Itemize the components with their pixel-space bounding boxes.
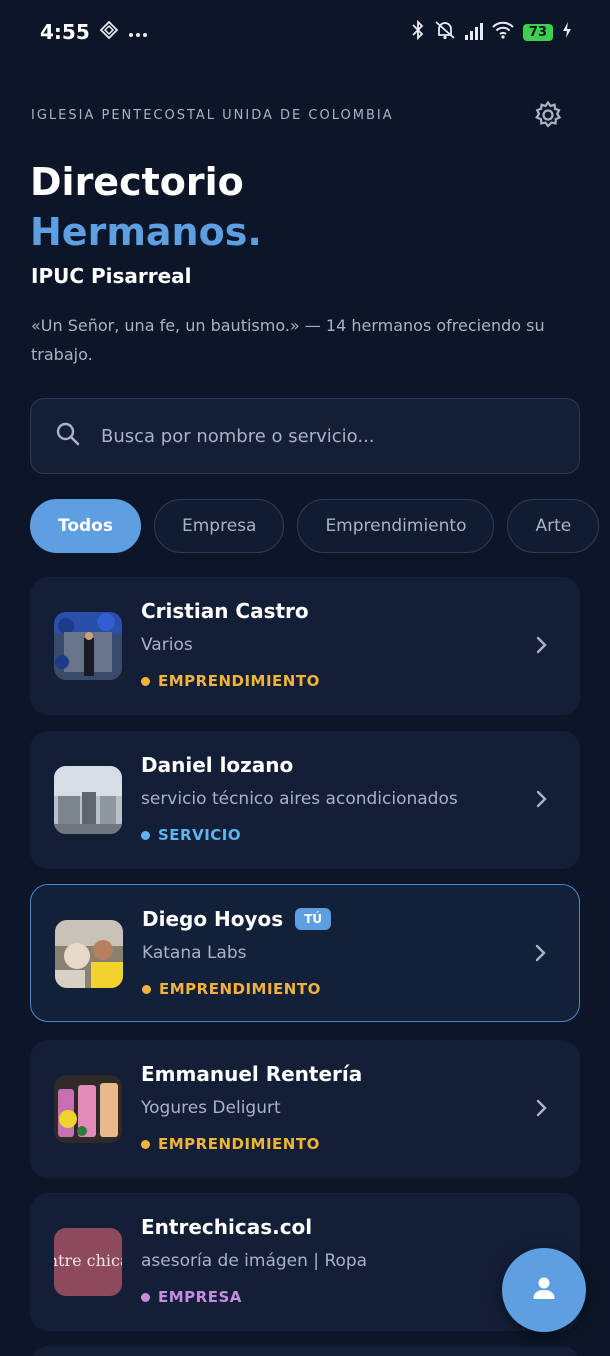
member-name: Daniel lozano bbox=[141, 753, 294, 777]
member-card[interactable]: Daniel lozano servicio técnico aires aco… bbox=[30, 731, 580, 869]
member-service: Yogures Deligurt bbox=[141, 1098, 281, 1118]
org-name: IGLESIA PENTECOSTAL UNIDA DE COLOMBIA bbox=[31, 108, 394, 123]
search-placeholder: Busca por nombre o servicio... bbox=[101, 425, 375, 447]
chevron-right-icon bbox=[534, 788, 550, 810]
category-dot bbox=[141, 1139, 150, 1149]
wifi-icon bbox=[492, 21, 514, 43]
bluetooth-icon bbox=[411, 19, 425, 44]
category-badge: EMPRENDIMIENTO bbox=[142, 980, 321, 998]
silent-bell-icon bbox=[434, 20, 456, 44]
category-badge: EMPRENDIMIENTO bbox=[141, 672, 320, 690]
member-name: Emmanuel Rentería bbox=[141, 1062, 363, 1086]
member-name: Diego Hoyos TÚ bbox=[142, 907, 332, 931]
member-service: Varios bbox=[141, 635, 193, 655]
chevron-right-icon bbox=[534, 1097, 550, 1119]
member-avatar bbox=[54, 612, 122, 680]
settings-button[interactable] bbox=[532, 100, 564, 134]
page-title-accent: Hermanos. bbox=[30, 210, 262, 254]
member-avatar: entre chicas bbox=[54, 1228, 122, 1296]
category-badge: SERVICIO bbox=[141, 826, 241, 844]
member-card[interactable]: Cristian Castro Varios EMPRENDIMIENTO bbox=[30, 577, 580, 715]
search-input[interactable]: Busca por nombre o servicio... bbox=[30, 398, 580, 474]
more-dots-icon bbox=[128, 23, 148, 42]
member-service: Katana Labs bbox=[142, 943, 247, 963]
category-badge: EMPRENDIMIENTO bbox=[141, 1135, 320, 1153]
category-dot bbox=[141, 1292, 150, 1302]
search-icon bbox=[55, 421, 81, 451]
filter-chip-emprendimiento[interactable]: Emprendimiento bbox=[297, 499, 495, 553]
member-name: Entrechicas.col bbox=[141, 1215, 313, 1239]
chevron-right-icon bbox=[534, 634, 550, 656]
member-avatar bbox=[54, 1075, 122, 1143]
signal-icon bbox=[464, 23, 483, 40]
page-description: «Un Señor, una fe, un bautismo.» — 14 he… bbox=[31, 316, 545, 364]
member-card[interactable]: entre chicas Entrechicas.col asesoría de… bbox=[30, 1193, 580, 1331]
church-name: IPUC Pisarreal bbox=[31, 264, 192, 288]
filter-chip-empresa[interactable]: Empresa bbox=[153, 499, 285, 553]
category-badge: EMPRESA bbox=[141, 1288, 242, 1306]
member-card[interactable]: Emmanuel Rentería Yogures Deligurt EMPRE… bbox=[30, 1040, 580, 1178]
member-card-partial[interactable] bbox=[30, 1346, 580, 1356]
chevron-right-icon bbox=[533, 942, 549, 964]
category-dot bbox=[141, 830, 150, 840]
status-time: 4:55 bbox=[40, 20, 90, 44]
category-filters: Todos Empresa Emprendimiento Arte bbox=[30, 499, 610, 553]
filter-chip-todos[interactable]: Todos bbox=[30, 499, 141, 553]
page-title: Directorio bbox=[30, 160, 244, 204]
member-service: asesoría de imágen | Ropa bbox=[141, 1251, 368, 1271]
charging-icon bbox=[562, 21, 572, 43]
member-avatar bbox=[54, 766, 122, 834]
current-user-badge: TÚ bbox=[295, 908, 332, 930]
brand-logo-text: entre chicas bbox=[54, 1251, 122, 1270]
battery-icon: 73 bbox=[522, 23, 553, 41]
gear-icon bbox=[533, 100, 563, 134]
category-dot bbox=[141, 676, 150, 686]
nfc-icon bbox=[99, 20, 119, 43]
status-bar: 4:55 73 bbox=[0, 0, 610, 64]
member-service: servicio técnico aires acondicionados bbox=[141, 789, 458, 809]
member-card-current-user[interactable]: Diego Hoyos TÚ Katana Labs EMPRENDIMIENT… bbox=[30, 884, 580, 1022]
user-icon bbox=[530, 1274, 558, 1306]
member-avatar bbox=[55, 920, 123, 988]
profile-fab-button[interactable] bbox=[502, 1248, 586, 1332]
filter-chip-arte[interactable]: Arte bbox=[507, 499, 600, 553]
member-name: Cristian Castro bbox=[141, 599, 309, 623]
category-dot bbox=[142, 984, 151, 994]
